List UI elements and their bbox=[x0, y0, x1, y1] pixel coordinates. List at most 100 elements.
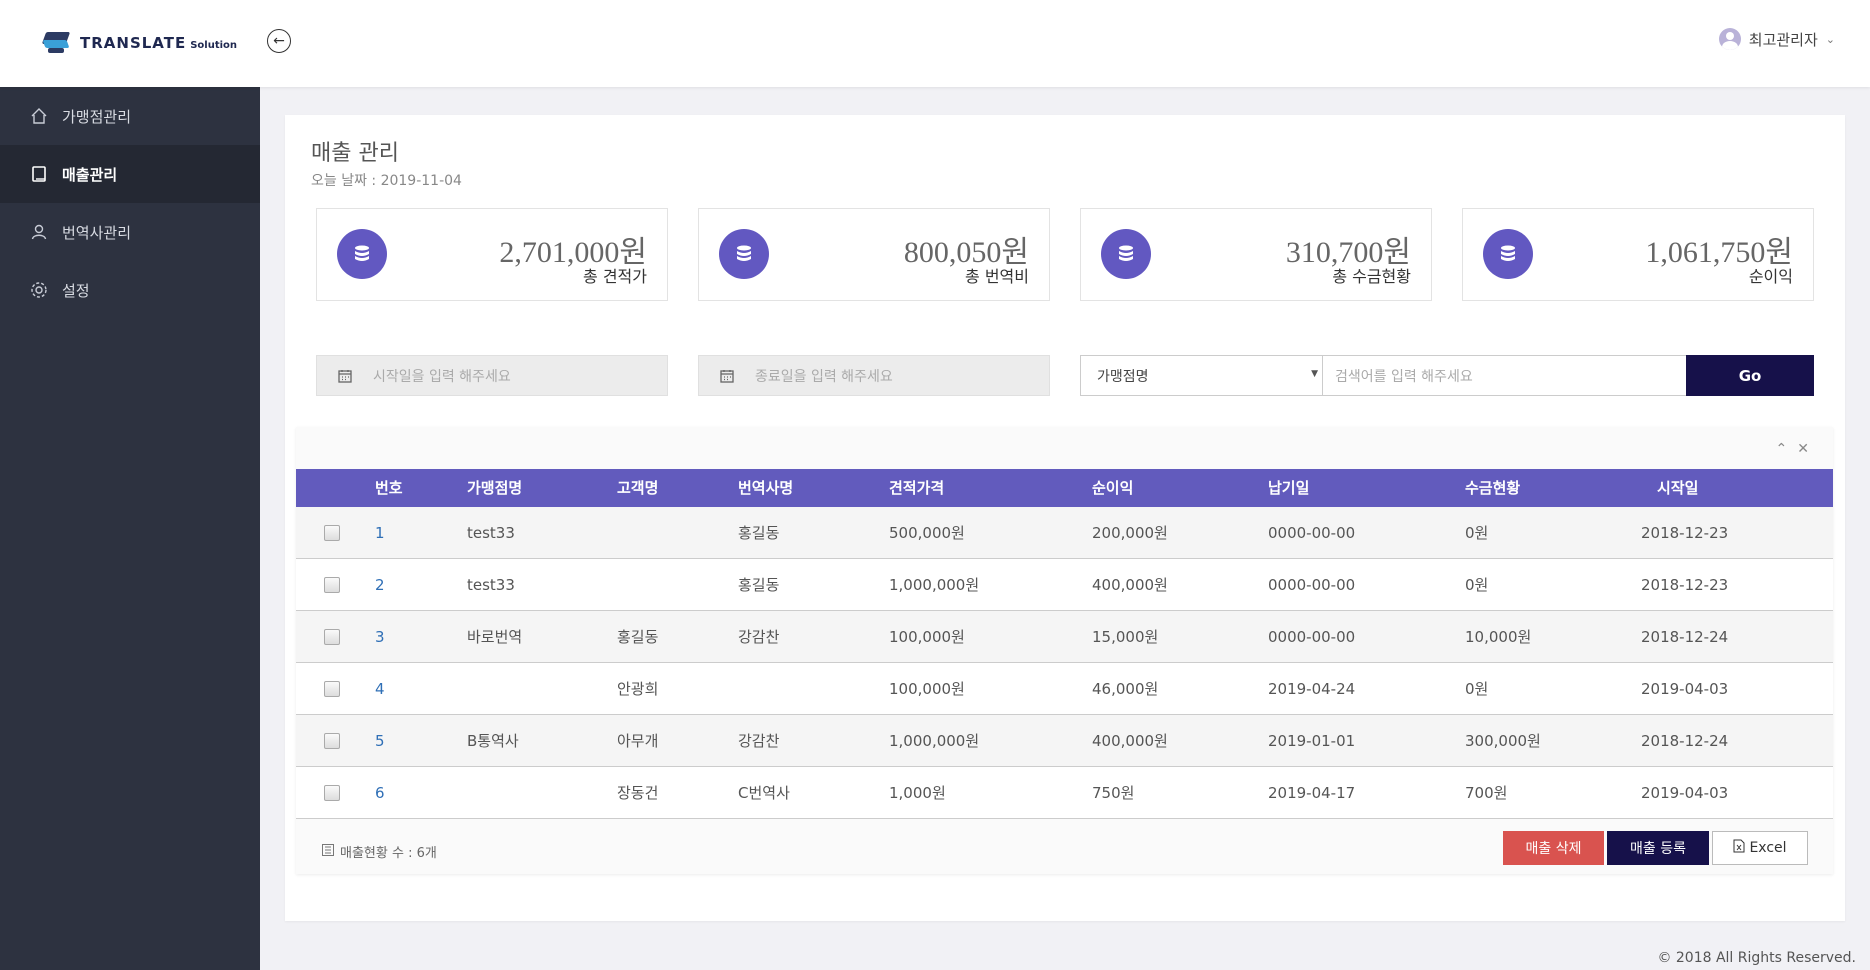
col-header[interactable]: 시작일 bbox=[1657, 469, 1698, 507]
sidebar-item-label: 번역사관리 bbox=[62, 223, 132, 242]
register-sales-button[interactable]: 매출 등록 bbox=[1607, 831, 1709, 865]
row-checkbox[interactable] bbox=[324, 681, 340, 697]
cell-franchise: test33 bbox=[467, 576, 515, 594]
close-icon[interactable]: ✕ bbox=[1797, 441, 1809, 457]
table-row[interactable]: 1 test33 홍길동 500,000원 200,000원 0000-00-0… bbox=[296, 507, 1833, 559]
cell-profit: 400,000원 bbox=[1092, 732, 1168, 750]
row-checkbox[interactable] bbox=[324, 733, 340, 749]
row-checkbox[interactable] bbox=[324, 785, 340, 801]
panel-tools: ⌃ ✕ bbox=[1776, 441, 1809, 457]
row-checkbox[interactable] bbox=[324, 629, 340, 645]
cell-start-date: 2018-12-24 bbox=[1641, 732, 1729, 750]
logo-text: TRANSLATE Solution bbox=[80, 34, 237, 52]
excel-export-button[interactable]: Excel bbox=[1712, 831, 1808, 865]
database-icon bbox=[337, 229, 387, 279]
stat-label: 순이익 bbox=[1748, 267, 1793, 286]
col-header[interactable]: 고객명 bbox=[617, 469, 658, 507]
cell-profit: 200,000원 bbox=[1092, 524, 1168, 542]
table-row[interactable]: 6 장동건 C번역사 1,000원 750원 2019-04-17 700원 2… bbox=[296, 767, 1833, 819]
cell-collected: 0원 bbox=[1465, 680, 1489, 698]
calendar-icon bbox=[317, 369, 373, 383]
back-arrow-icon[interactable]: ← bbox=[267, 29, 291, 53]
cell-due-date: 2019-04-17 bbox=[1268, 784, 1356, 802]
today-date: 오늘 날짜 : 2019-11-04 bbox=[311, 173, 462, 189]
table-row[interactable]: 3 바로번역 홍길동 강감찬 100,000원 15,000원 0000-00-… bbox=[296, 611, 1833, 663]
chevron-down-icon: ⌄ bbox=[1825, 32, 1835, 46]
cell-estimate: 100,000원 bbox=[889, 628, 965, 646]
sidebar-item-label: 매출관리 bbox=[62, 165, 118, 184]
col-header[interactable]: 납기일 bbox=[1268, 469, 1309, 507]
user-icon bbox=[30, 223, 48, 241]
book-icon bbox=[30, 165, 48, 183]
cell-customer: 아무개 bbox=[617, 732, 659, 750]
cell-start-date: 2018-12-23 bbox=[1641, 524, 1729, 542]
col-header[interactable]: 가맹점명 bbox=[467, 469, 522, 507]
stat-label: 총 견적가 bbox=[583, 267, 647, 286]
col-header[interactable]: 수금현황 bbox=[1465, 469, 1520, 507]
table-header: 번호 가맹점명 고객명 번역사명 견적가격 순이익 납기일 수금현황 시작일 bbox=[296, 469, 1833, 507]
start-date-placeholder: 시작일을 입력 해주세요 bbox=[373, 368, 511, 385]
sidebar-item-label: 설정 bbox=[62, 281, 90, 300]
col-header[interactable]: 견적가격 bbox=[889, 469, 944, 507]
cell-collected: 10,000원 bbox=[1465, 628, 1532, 646]
user-name: 최고관리자 bbox=[1748, 30, 1818, 49]
cell-profit: 400,000원 bbox=[1092, 576, 1168, 594]
cell-number[interactable]: 6 bbox=[375, 767, 385, 819]
cell-profit: 15,000원 bbox=[1092, 628, 1159, 646]
search-category-select[interactable]: 가맹점명 ▼ bbox=[1080, 355, 1323, 396]
cell-franchise: test33 bbox=[467, 524, 515, 542]
cell-translator: 강감찬 bbox=[738, 628, 780, 646]
row-checkbox[interactable] bbox=[324, 525, 340, 541]
col-header[interactable]: 번호 bbox=[375, 469, 403, 507]
cell-collected: 0원 bbox=[1465, 524, 1489, 542]
sidebar-item-settings[interactable]: 설정 bbox=[0, 261, 260, 319]
cell-number[interactable]: 3 bbox=[375, 611, 385, 663]
sidebar-item-translators[interactable]: 번역사관리 bbox=[0, 203, 260, 261]
cell-number[interactable]: 2 bbox=[375, 559, 385, 611]
cell-start-date: 2018-12-24 bbox=[1641, 628, 1729, 646]
row-checkbox[interactable] bbox=[324, 577, 340, 593]
table-row[interactable]: 2 test33 홍길동 1,000,000원 400,000원 0000-00… bbox=[296, 559, 1833, 611]
col-header[interactable]: 번역사명 bbox=[738, 469, 793, 507]
cell-estimate: 100,000원 bbox=[889, 680, 965, 698]
sidebar-item-sales[interactable]: 매출관리 bbox=[0, 145, 260, 203]
stat-card-total-estimate: 2,701,000원 총 견적가 bbox=[316, 208, 668, 301]
file-excel-icon bbox=[1733, 839, 1745, 857]
main-content: 매출 관리 오늘 날짜 : 2019-11-04 2,701,000원 총 견적… bbox=[285, 115, 1845, 921]
search-input[interactable]: 검색어를 입력 해주세요 bbox=[1323, 355, 1687, 396]
cell-translator: 강감찬 bbox=[738, 732, 780, 750]
cell-number[interactable]: 1 bbox=[375, 507, 385, 559]
cell-customer: 안광희 bbox=[617, 680, 659, 698]
end-date-input[interactable]: 종료일을 입력 해주세요 bbox=[698, 355, 1050, 396]
select-value: 가맹점명 bbox=[1097, 368, 1149, 385]
stat-card-net-profit: 1,061,750원 순이익 bbox=[1462, 208, 1814, 301]
page-title: 매출 관리 bbox=[311, 141, 399, 166]
cell-due-date: 0000-00-00 bbox=[1268, 628, 1356, 646]
cell-profit: 46,000원 bbox=[1092, 680, 1159, 698]
record-count: 매출현황 수 : 6개 bbox=[322, 842, 437, 861]
logo-mark-icon bbox=[41, 30, 71, 56]
go-button[interactable]: Go bbox=[1686, 355, 1814, 396]
stat-label: 총 수금현황 bbox=[1332, 267, 1411, 286]
cell-collected: 700원 bbox=[1465, 784, 1508, 802]
caret-down-icon: ▼ bbox=[1311, 369, 1318, 379]
cell-due-date: 2019-01-01 bbox=[1268, 732, 1356, 750]
cell-due-date: 0000-00-00 bbox=[1268, 576, 1356, 594]
app-logo[interactable]: TRANSLATE Solution bbox=[41, 28, 237, 58]
cell-number[interactable]: 5 bbox=[375, 715, 385, 767]
list-icon bbox=[322, 843, 334, 860]
sales-table-panel: ⌃ ✕ 번호 가맹점명 고객명 번역사명 견적가격 순이익 납기일 수금현황 시… bbox=[296, 427, 1833, 874]
logo-subtitle: Solution bbox=[190, 40, 238, 51]
table-row[interactable]: 5 B통역사 아무개 강감찬 1,000,000원 400,000원 2019-… bbox=[296, 715, 1833, 767]
sidebar-item-franchise[interactable]: 가맹점관리 bbox=[0, 87, 260, 145]
user-menu[interactable]: 최고관리자 ⌄ bbox=[1718, 28, 1835, 50]
delete-sales-button[interactable]: 매출 삭제 bbox=[1503, 831, 1604, 865]
database-icon bbox=[1483, 229, 1533, 279]
start-date-input[interactable]: 시작일을 입력 해주세요 bbox=[316, 355, 668, 396]
cell-due-date: 0000-00-00 bbox=[1268, 524, 1356, 542]
col-header[interactable]: 순이익 bbox=[1092, 469, 1133, 507]
collapse-icon[interactable]: ⌃ bbox=[1776, 441, 1788, 457]
table-row[interactable]: 4 안광희 100,000원 46,000원 2019-04-24 0원 201… bbox=[296, 663, 1833, 715]
cell-number[interactable]: 4 bbox=[375, 663, 385, 715]
cell-estimate: 1,000,000원 bbox=[889, 576, 980, 594]
